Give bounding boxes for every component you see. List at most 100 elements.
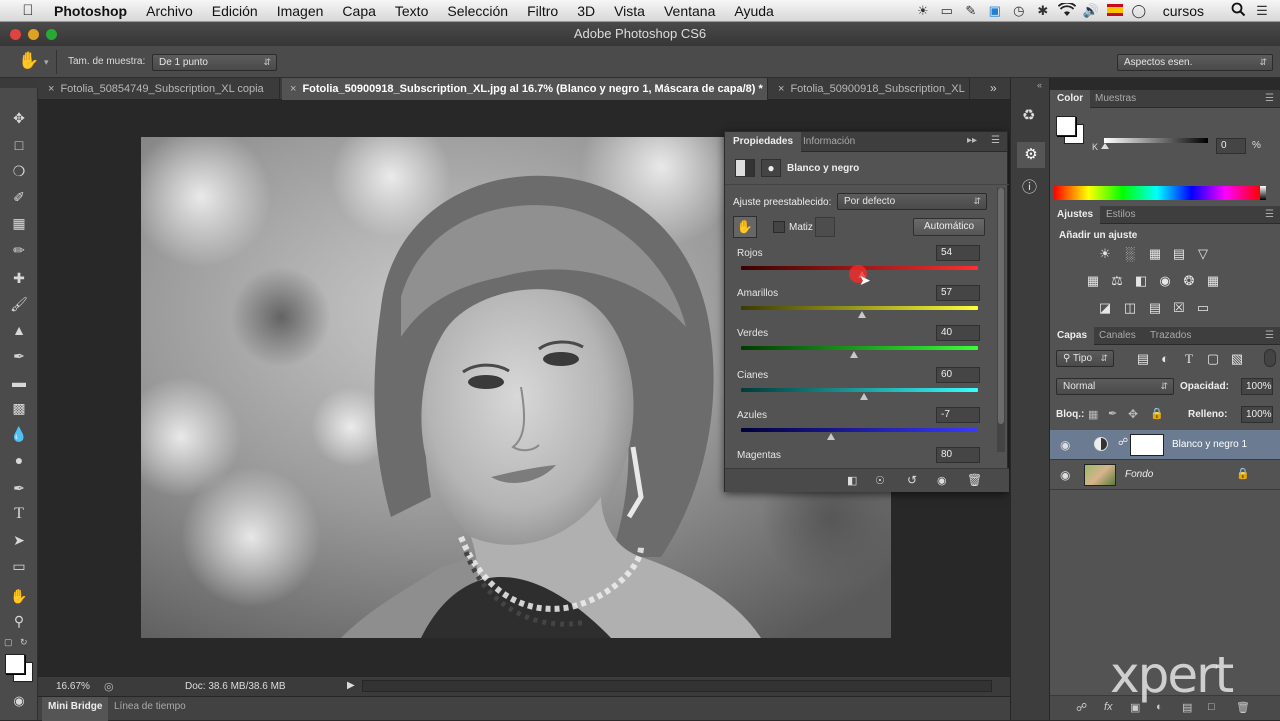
tab-swatches[interactable]: Muestras [1088,90,1143,108]
notification-list-icon[interactable]: ☰ [1250,3,1274,19]
foreground-color-swatch[interactable] [1056,116,1076,136]
lock-all-icon[interactable]: 🔒 [1150,407,1164,420]
default-colors-icon[interactable]: ▢ [4,637,13,648]
tab-adjustments[interactable]: Ajustes [1050,206,1101,224]
display-icon[interactable]: ▭ [935,3,959,19]
slider-track-blues[interactable] [741,428,978,432]
opacity-input[interactable]: 100% [1241,378,1273,395]
layer-filter-select[interactable]: ⚲ Tipo ⇵ [1056,350,1114,367]
path-selection-tool-icon[interactable]: ➤ [6,529,32,551]
menu-filtro[interactable]: Filtro [527,3,558,19]
k-slider-thumb[interactable] [1101,143,1109,149]
tab-channels[interactable]: Canales [1092,327,1143,345]
rectangle-tool-icon[interactable]: ▭ [6,555,32,577]
screen-icon[interactable]: ▣ [983,3,1007,19]
tools-panel-grip[interactable] [0,78,38,88]
dodge-tool-icon[interactable]: ● [6,449,32,471]
properties-panel-icon[interactable]: ⚙ [1017,142,1045,168]
move-tool-icon[interactable]: ✥ [6,107,32,129]
tab-mini-bridge[interactable]: Mini Bridge [42,697,109,721]
info-panel-icon[interactable]: ⓘ [1022,176,1037,197]
quick-mask-icon[interactable]: ◉ [6,690,32,712]
slider-value-yellows[interactable]: 57 [936,285,980,301]
delete-adjustment-icon[interactable]: 🗑 [967,473,982,487]
brightness-icon[interactable]: ☀ [911,3,935,19]
lock-position-icon[interactable]: ✥ [1128,407,1138,421]
eraser-tool-icon[interactable]: ▬ [6,371,32,393]
preset-select[interactable]: Por defecto ⇵ [837,193,987,210]
tab-timeline[interactable]: Línea de tiempo [114,697,186,721]
filter-shape-icon[interactable]: ▢ [1204,351,1222,367]
wifi-icon[interactable] [1055,1,1079,20]
tint-checkbox[interactable] [773,221,785,233]
zoom-level[interactable]: 16.67% [56,681,90,692]
menu-3d[interactable]: 3D [577,3,595,19]
exposure-icon[interactable]: ▤ [1170,246,1188,262]
eyedropper-tool-icon[interactable]: ✏ [6,239,32,261]
zoom-tool-icon[interactable]: ⚲ [6,610,32,632]
quick-selection-tool-icon[interactable]: ✐ [6,186,32,208]
tab-document-2[interactable]: × Fotolia_50900918_Subscription_XL.jpg al… [282,78,768,100]
status-menu-icon[interactable]: ◎ [104,680,114,693]
layer-mask-thumbnail[interactable] [1130,434,1164,456]
layer-mask-icon[interactable]: ● [761,159,781,177]
status-expand-icon[interactable]: ▶ [347,680,355,691]
workspace-select[interactable]: Aspectos esen. ⇵ [1117,54,1273,71]
apple-menu-icon[interactable]:  [18,2,38,19]
black-white-adjustment-icon[interactable] [735,159,755,177]
brightness-contrast-icon[interactable]: ☀ [1096,246,1114,262]
panel-menu-icon[interactable]: ☰ [1265,330,1274,341]
slider-thumb-blues[interactable] [827,433,836,440]
slider-track-cyans[interactable] [741,388,978,392]
swap-colors-icon[interactable]: ↻ [20,637,28,648]
filter-pixel-icon[interactable]: ▤ [1134,351,1152,367]
filter-type-icon[interactable]: T [1180,351,1198,367]
filter-toggle[interactable] [1264,349,1276,367]
close-window-button[interactable] [10,29,21,40]
crop-tool-icon[interactable]: ▦ [6,212,32,234]
slider-thumb-greens[interactable] [849,351,858,358]
layer-name[interactable]: Blanco y negro 1 [1172,439,1247,450]
clone-stamp-tool-icon[interactable]: ▲ [6,319,32,341]
history-panel-icon[interactable]: ♻ [1022,106,1035,124]
script-icon[interactable]: ✎ [959,3,983,19]
pen-tool-icon[interactable]: ✒ [6,477,32,499]
close-icon[interactable]: × [778,83,784,95]
invert-icon[interactable]: ◪ [1096,300,1114,316]
color-balance-icon[interactable]: ⚖ [1108,273,1126,289]
tab-properties[interactable]: Propiedades [725,132,802,152]
panel-collapse-icon[interactable]: ▸▸ [967,135,977,146]
minimize-window-button[interactable] [28,29,39,40]
levels-icon[interactable]: ░ [1121,246,1139,262]
foreground-color-swatch[interactable] [5,654,25,674]
menu-app-photoshop[interactable]: Photoshop [54,3,127,19]
gradient-map-icon[interactable]: ▭ [1194,300,1212,316]
layer-row-blanco-y-negro[interactable]: ◉ ☍ Blanco y negro 1 [1050,430,1280,460]
tab-information[interactable]: Información [795,132,863,152]
slider-value-magentas[interactable]: 80 [936,447,980,463]
fill-input[interactable]: 100% [1241,406,1273,423]
curves-icon[interactable]: ▦ [1146,246,1164,262]
auto-button[interactable]: Automático [913,218,985,236]
tab-layers[interactable]: Capas [1050,327,1095,345]
lasso-tool-icon[interactable]: ❍ [6,160,32,182]
chain-link-icon[interactable]: ☍ [1118,437,1128,448]
gradient-tool-icon[interactable]: ▩ [6,397,32,419]
k-value-input[interactable]: 0 [1216,138,1246,154]
properties-scrollbar[interactable] [997,188,1005,452]
hand-tool-icon[interactable]: ✋ [6,585,32,607]
panel-menu-icon[interactable]: ☰ [1265,93,1274,104]
blur-tool-icon[interactable]: 💧 [6,423,32,445]
posterize-icon[interactable]: ◫ [1121,300,1139,316]
menu-capa[interactable]: Capa [342,3,375,19]
brush-tool-icon[interactable]: 🖌 [6,293,32,315]
tab-color[interactable]: Color [1050,90,1091,108]
sample-size-select[interactable]: De 1 punto ⇵ [152,54,277,71]
tab-document-3[interactable]: × Fotolia_50900918_Subscription_XL [770,78,970,100]
panel-menu-icon[interactable]: ☰ [991,135,1000,146]
blend-mode-select[interactable]: Normal ⇵ [1056,378,1174,395]
slider-value-reds[interactable]: 54 [936,245,980,261]
slider-thumb-cyans[interactable] [860,393,869,400]
marquee-tool-icon[interactable]: □ [6,134,32,156]
user-icon[interactable]: ◯ [1127,3,1151,19]
